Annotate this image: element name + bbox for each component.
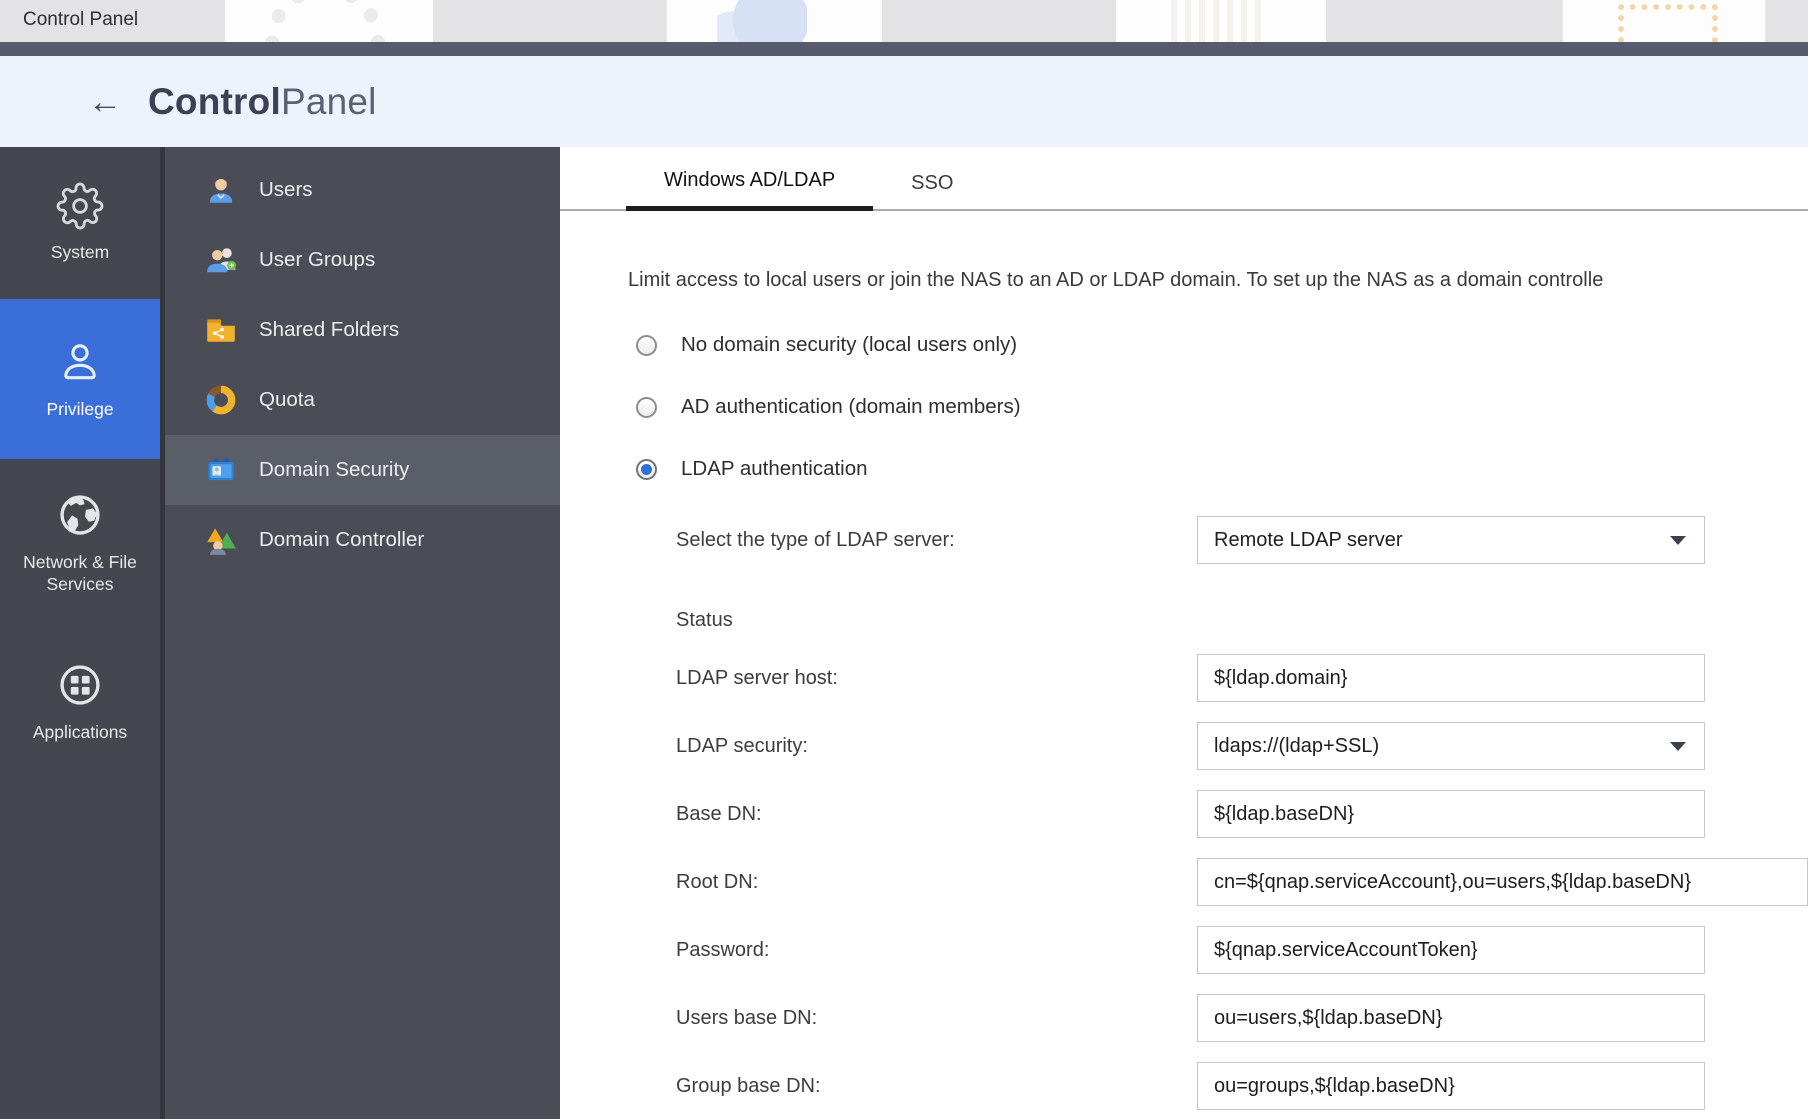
folder-thumbnail-icon xyxy=(1618,4,1718,42)
chevron-down-icon xyxy=(1670,536,1686,545)
taskbar-active-window-label[interactable]: Control Panel xyxy=(23,9,138,31)
ldap-security-label: LDAP security: xyxy=(676,735,1197,758)
menu-item-label: Domain Controller xyxy=(259,528,424,552)
radio-selected-icon[interactable] xyxy=(636,459,657,480)
globe-icon xyxy=(55,490,105,540)
shared-folder-icon xyxy=(203,312,239,348)
status-row: Status xyxy=(676,606,1808,634)
radio-label: No domain security (local users only) xyxy=(681,333,1017,357)
back-arrow-icon[interactable]: ← xyxy=(88,85,122,119)
base-dn-row: Base DN: xyxy=(676,790,1808,838)
radio-label: LDAP authentication xyxy=(681,457,868,481)
domain-security-badge-icon xyxy=(203,452,239,488)
sidebar-item-applications[interactable]: Applications xyxy=(0,627,160,777)
ldap-security-row: LDAP security: ldaps://(ldap+SSL) xyxy=(676,722,1808,770)
radio-ldap-authentication[interactable]: LDAP authentication xyxy=(636,454,1808,484)
tab-sso[interactable]: SSO xyxy=(873,156,991,209)
root-dn-input[interactable] xyxy=(1197,858,1808,906)
sidebar-item-system[interactable]: System xyxy=(0,147,160,299)
menu-item-users[interactable]: Users xyxy=(165,155,560,225)
radio-ad-authentication[interactable]: AD authentication (domain members) xyxy=(636,392,1808,422)
chevron-down-icon xyxy=(1670,742,1686,751)
menu-item-domain-controller[interactable]: Domain Controller xyxy=(165,505,560,575)
ldap-settings-form: Select the type of LDAP server: Remote L… xyxy=(628,516,1808,1110)
document-thumbnail-icon xyxy=(1171,0,1261,42)
app-header: ← ControlPanel xyxy=(0,56,1808,147)
person-icon xyxy=(55,337,105,387)
ldap-server-type-value: Remote LDAP server xyxy=(1214,529,1403,552)
background-window-thumbnail-document[interactable] xyxy=(1116,0,1326,42)
taskbar: Control Panel xyxy=(0,0,1808,42)
sidebar-secondary: Users User Groups Shared Folders Quota xyxy=(160,147,560,1119)
domain-security-content: Limit access to local users or join the … xyxy=(560,269,1808,1110)
body: System Privilege Network & File Services… xyxy=(0,147,1808,1119)
background-window-thumbnail-folder[interactable] xyxy=(1563,0,1765,42)
page-title-bold: Control xyxy=(148,81,281,122)
ldap-server-host-label: LDAP server host: xyxy=(676,667,1197,690)
password-label: Password: xyxy=(676,939,1197,962)
gear-thumbnail-icon xyxy=(265,0,385,42)
menu-item-label: Users xyxy=(259,178,313,202)
menu-item-shared-folders[interactable]: Shared Folders xyxy=(165,295,560,365)
tab-bar: Windows AD/LDAP SSO xyxy=(560,147,1808,211)
tab-windows-ad-ldap[interactable]: Windows AD/LDAP xyxy=(626,153,873,211)
page-title-light: Panel xyxy=(281,81,377,122)
ldap-server-host-input[interactable] xyxy=(1197,654,1705,702)
password-input[interactable] xyxy=(1197,926,1705,974)
menu-item-domain-security[interactable]: Domain Security xyxy=(165,435,560,505)
app-grid-icon xyxy=(55,660,105,710)
sidebar-primary: System Privilege Network & File Services… xyxy=(0,147,160,1119)
menu-item-quota[interactable]: Quota xyxy=(165,365,560,435)
gear-icon xyxy=(56,182,104,230)
group-base-dn-label: Group base DN: xyxy=(676,1075,1197,1098)
users-base-dn-input[interactable] xyxy=(1197,994,1705,1042)
group-base-dn-row: Group base DN: xyxy=(676,1062,1808,1110)
user-icon xyxy=(203,172,239,208)
domain-security-radio-group: No domain security (local users only) AD… xyxy=(628,330,1808,484)
user-groups-icon xyxy=(203,242,239,278)
sidebar-item-privilege[interactable]: Privilege xyxy=(0,299,160,459)
page-title: ControlPanel xyxy=(148,81,377,123)
radio-unselected-icon[interactable] xyxy=(636,397,657,418)
sidebar-item-label: Applications xyxy=(33,722,127,744)
network-thumbnail-icon xyxy=(717,0,807,42)
window-title-bar xyxy=(0,42,1808,56)
radio-unselected-icon[interactable] xyxy=(636,335,657,356)
root-dn-row: Root DN: xyxy=(676,858,1808,906)
background-window-thumbnail-gear[interactable] xyxy=(225,0,433,42)
users-base-dn-label: Users base DN: xyxy=(676,1007,1197,1030)
menu-item-label: Quota xyxy=(259,388,315,412)
ldap-security-select[interactable]: ldaps://(ldap+SSL) xyxy=(1197,722,1705,770)
menu-item-label: User Groups xyxy=(259,248,375,272)
sidebar-item-label: System xyxy=(51,242,109,264)
quota-donut-icon xyxy=(203,382,239,418)
ldap-server-type-label: Select the type of LDAP server: xyxy=(676,529,1197,552)
radio-no-domain-security[interactable]: No domain security (local users only) xyxy=(636,330,1808,360)
ldap-server-type-select[interactable]: Remote LDAP server xyxy=(1197,516,1705,564)
description-text: Limit access to local users or join the … xyxy=(628,269,1808,292)
menu-item-label: Shared Folders xyxy=(259,318,399,342)
ldap-security-value: ldaps://(ldap+SSL) xyxy=(1214,735,1379,758)
menu-item-label: Domain Security xyxy=(259,458,409,482)
ldap-server-type-row: Select the type of LDAP server: Remote L… xyxy=(676,516,1808,564)
sidebar-item-network-file-services[interactable]: Network & File Services xyxy=(0,459,160,627)
status-label: Status xyxy=(676,609,1197,632)
password-row: Password: xyxy=(676,926,1808,974)
ldap-server-host-row: LDAP server host: xyxy=(676,654,1808,702)
menu-item-user-groups[interactable]: User Groups xyxy=(165,225,560,295)
group-base-dn-input[interactable] xyxy=(1197,1062,1705,1110)
root-dn-label: Root DN: xyxy=(676,871,1197,894)
base-dn-label: Base DN: xyxy=(676,803,1197,826)
base-dn-input[interactable] xyxy=(1197,790,1705,838)
users-base-dn-row: Users base DN: xyxy=(676,994,1808,1042)
sidebar-item-label: Privilege xyxy=(46,399,113,421)
sidebar-item-label: Network & File Services xyxy=(0,552,160,596)
background-window-thumbnail-network[interactable] xyxy=(667,0,882,42)
qnap-desktop: Control Panel ← ControlPanel System Priv… xyxy=(0,0,1808,1119)
main-panel: Windows AD/LDAP SSO Limit access to loca… xyxy=(560,147,1808,1119)
domain-controller-icon xyxy=(203,522,239,558)
radio-label: AD authentication (domain members) xyxy=(681,395,1021,419)
